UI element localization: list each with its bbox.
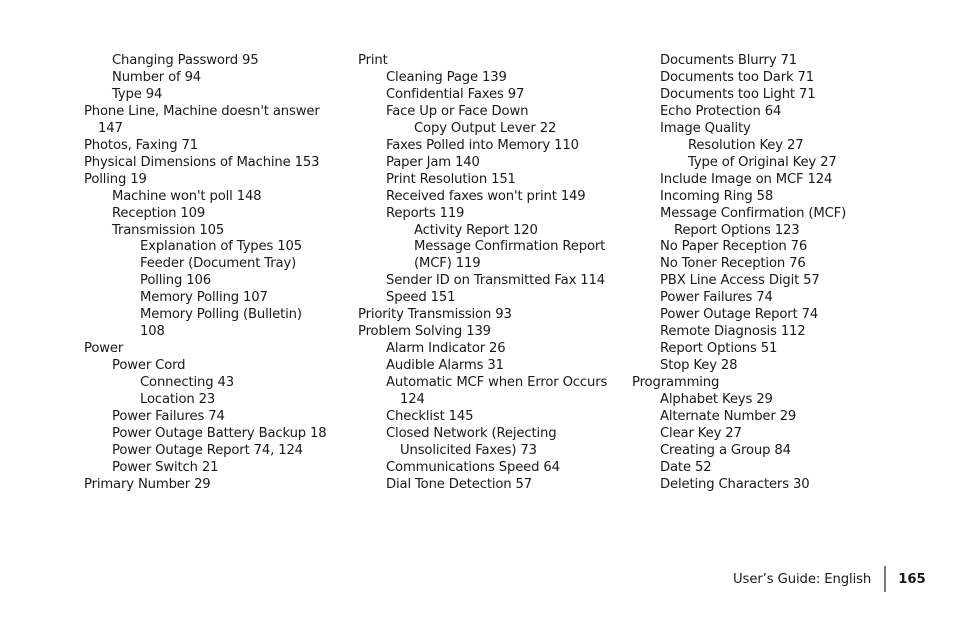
index-entry: Print: [358, 53, 388, 68]
index-subentry: Location 23: [140, 392, 216, 408]
index-subentry: Closed Network (Rejecting: [386, 425, 557, 441]
index-subentry: PBX Line Access Digit 57: [660, 273, 820, 289]
index-entry-continuation: Report Options 123: [674, 222, 800, 238]
index-subentry: Deleting Characters 30: [660, 476, 810, 492]
index-subentry: Documents Blurry 71: [660, 53, 797, 68]
index-subentry: Explanation of Types 105: [140, 239, 302, 255]
index-subentry: Alternate Number 29: [660, 409, 797, 425]
index-subentry: Power Switch 21: [112, 459, 219, 475]
index-subentry: Memory Polling (Bulletin): [140, 307, 302, 323]
index-subentry: Power Outage Report 74: [660, 307, 819, 323]
index-subentry: No Paper Reception 76: [660, 239, 808, 255]
index-entry: Photos, Faxing 71: [84, 137, 198, 153]
index-subentry: Power Outage Report 74, 124: [112, 442, 303, 458]
index-entry: Polling 19: [84, 171, 147, 187]
index-subentry: Audible Alarms 31: [386, 358, 504, 374]
index-subentry: Power Failures 74: [660, 290, 773, 306]
index-subentry: Confidential Faxes 97: [386, 86, 525, 102]
index-entry: Phone Line, Machine doesn't answer: [84, 103, 320, 119]
index-column-1: Changing Password 95 Number of 94 Type 94 P…: [84, 53, 346, 494]
index-subentry: Machine won't poll 148: [112, 188, 262, 204]
index-subentry: Report Options 51: [660, 341, 778, 357]
index-entry-continuation: 147: [98, 120, 123, 136]
index-subentry: Reception 109: [112, 205, 206, 221]
index-subentry: Creating a Group 84: [660, 442, 791, 458]
page-footer: User’s Guide: English 165: [733, 566, 926, 592]
index-entry: Power: [84, 341, 124, 357]
index-subentry: Dial Tone Detection 57: [386, 476, 533, 492]
index-subentry: Copy Output Lever 22: [414, 120, 557, 136]
index-entry: Programming: [632, 375, 720, 391]
index-subentry: Documents too Light 71: [660, 86, 816, 102]
index-entry: Primary Number 29: [84, 476, 211, 492]
index-subentry: Speed 151: [386, 290, 456, 306]
index-subentry: Message Confirmation Report: [414, 239, 606, 255]
index-subentry: Print Resolution 151: [386, 171, 516, 187]
index-subentry: Received faxes won't print 149: [386, 188, 586, 204]
index-subentry: Sender ID on Transmitted Fax 114: [386, 273, 605, 289]
index-subentry: Polling 106: [140, 273, 211, 289]
index-subentry: Alphabet Keys 29: [660, 392, 773, 408]
footer-divider: [884, 566, 887, 592]
index-column-3: Documents Blurry 71 Documents too Dark 71…: [632, 53, 862, 494]
index-subentry: Clear Key 27: [660, 425, 742, 441]
index-subentry: Memory Polling 107: [140, 290, 268, 306]
index-subentry: Resolution Key 27: [688, 137, 804, 153]
index-subentry: Transmission 105: [112, 222, 225, 238]
index-subentry: Echo Protection 64: [660, 103, 782, 119]
page-number: 165: [898, 571, 926, 587]
index-subentry: No Toner Reception 76: [660, 256, 806, 272]
index-subentry: Include Image on MCF 124: [660, 171, 833, 187]
index-subentry: Type of Original Key 27: [688, 154, 837, 170]
index-subentry: Activity Report 120: [414, 222, 538, 238]
index-subentry: Remote Diagnosis 112: [660, 324, 806, 340]
index-subentry: Type 94: [112, 86, 163, 102]
index-entry-continuation: (MCF) 119: [414, 256, 481, 272]
guide-label: User’s Guide: English: [733, 571, 872, 587]
index-entry: Priority Transmission 93: [358, 307, 512, 323]
index-subentry: Reports 119: [386, 205, 465, 221]
index-entry-continuation: 124: [400, 392, 425, 408]
index-entry: Physical Dimensions of Machine 153: [84, 154, 320, 170]
index-entry-continuation: 108: [140, 324, 165, 340]
index-subentry: Faxes Polled into Memory 110: [386, 137, 579, 153]
index-subentry: Face Up or Face Down: [386, 103, 529, 119]
index-column-2: Print Cleaning Page 139 Confidential Faxes…: [358, 53, 626, 494]
index-entry: Problem Solving 139: [358, 324, 491, 340]
index-subentry: Power Failures 74: [112, 409, 225, 425]
index-subentry: Automatic MCF when Error Occurs: [386, 375, 608, 391]
index-subentry: Feeder (Document Tray): [140, 256, 297, 272]
index-subentry: Power Cord: [112, 358, 186, 374]
index-subentry: Alarm Indicator 26: [386, 341, 506, 357]
index-subentry: Message Confirmation (MCF): [660, 205, 847, 221]
index-subentry: Date 52: [660, 459, 712, 475]
index-subentry: Power Outage Battery Backup 18: [112, 425, 327, 441]
index-subentry: Cleaning Page 139: [386, 69, 507, 85]
index-subentry: Changing Password 95: [112, 53, 259, 68]
index-subentry: Connecting 43: [140, 375, 234, 391]
index-subentry: Image Quality: [660, 120, 751, 136]
index-subentry: Checklist 145: [386, 409, 474, 425]
index-subentry: Stop Key 28: [660, 358, 738, 374]
index-subentry: Number of 94: [112, 69, 202, 85]
index-entry-continuation: Unsolicited Faxes) 73: [400, 442, 537, 458]
index-subentry: Paper Jam 140: [386, 154, 480, 170]
index-subentry: Documents too Dark 71: [660, 69, 814, 85]
index-subentry: Communications Speed 64: [386, 459, 560, 475]
index-subentry: Incoming Ring 58: [660, 188, 774, 204]
